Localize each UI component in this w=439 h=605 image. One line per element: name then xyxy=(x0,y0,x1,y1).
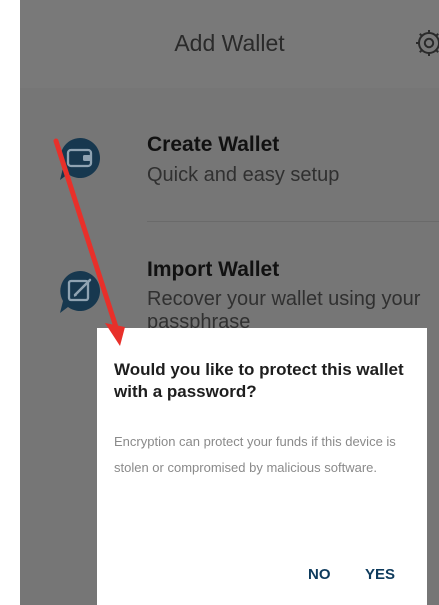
create-wallet-title: Create Wallet xyxy=(147,133,280,156)
page-title: Add Wallet xyxy=(174,30,285,56)
edit-icon xyxy=(60,271,100,313)
app-screen: Add Wallet Create Wallet Quick and easy … xyxy=(20,0,439,605)
gear-icon[interactable] xyxy=(414,28,439,58)
dialog-message: Encryption can protect your funds if thi… xyxy=(114,434,396,475)
menu-divider xyxy=(147,221,439,222)
no-button[interactable]: NO xyxy=(308,566,331,583)
password-dialog: Would you like to protect this wallet wi… xyxy=(97,328,427,605)
import-wallet-subtitle-line1: Recover your wallet using your xyxy=(147,288,421,310)
dialog-title: Would you like to protect this wallet wi… xyxy=(114,360,404,401)
app-header: Add Wallet xyxy=(20,0,439,88)
import-wallet-title: Import Wallet xyxy=(147,258,280,281)
yes-button[interactable]: YES xyxy=(365,566,395,583)
create-wallet-item[interactable]: Create Wallet Quick and easy setup xyxy=(20,120,439,210)
create-wallet-subtitle: Quick and easy setup xyxy=(147,164,340,186)
wallet-icon xyxy=(60,138,100,180)
